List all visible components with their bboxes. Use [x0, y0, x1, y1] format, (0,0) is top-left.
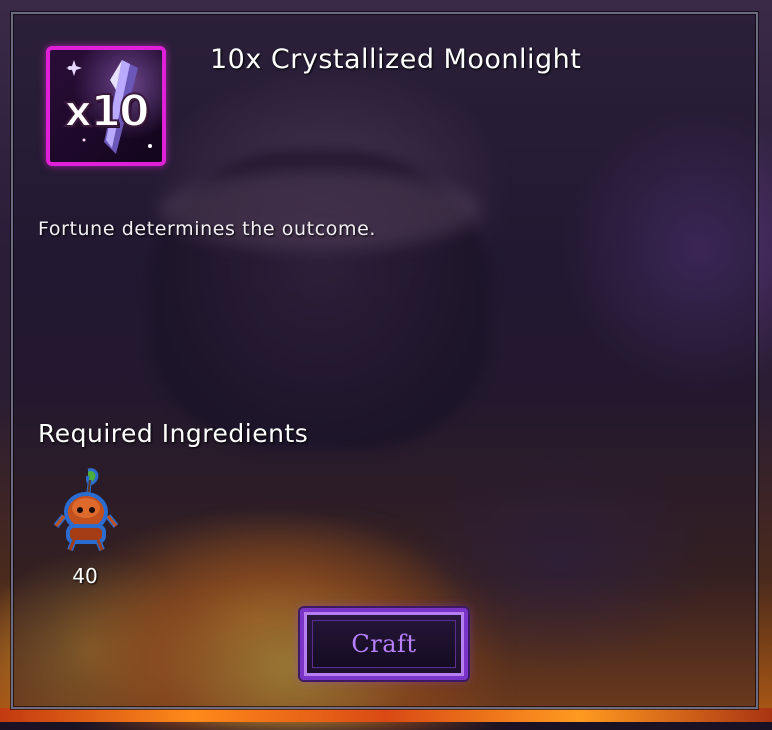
- craft-button[interactable]: Craft: [300, 608, 468, 680]
- crystal-shard-icon: x10: [46, 46, 166, 166]
- sprout-creature-icon: [53, 468, 119, 552]
- ingredient-slot[interactable]: 40: [52, 466, 122, 590]
- background-lava-strip: [0, 708, 772, 722]
- ingredient-count: 40: [72, 564, 98, 588]
- item-title: 10x Crystallized Moonlight: [210, 44, 582, 75]
- required-ingredients-heading: Required Ingredients: [38, 419, 309, 448]
- craft-button-label: Craft: [351, 630, 417, 658]
- item-quantity-badge: x10: [63, 85, 151, 138]
- item-description: Fortune determines the outcome.: [38, 218, 377, 240]
